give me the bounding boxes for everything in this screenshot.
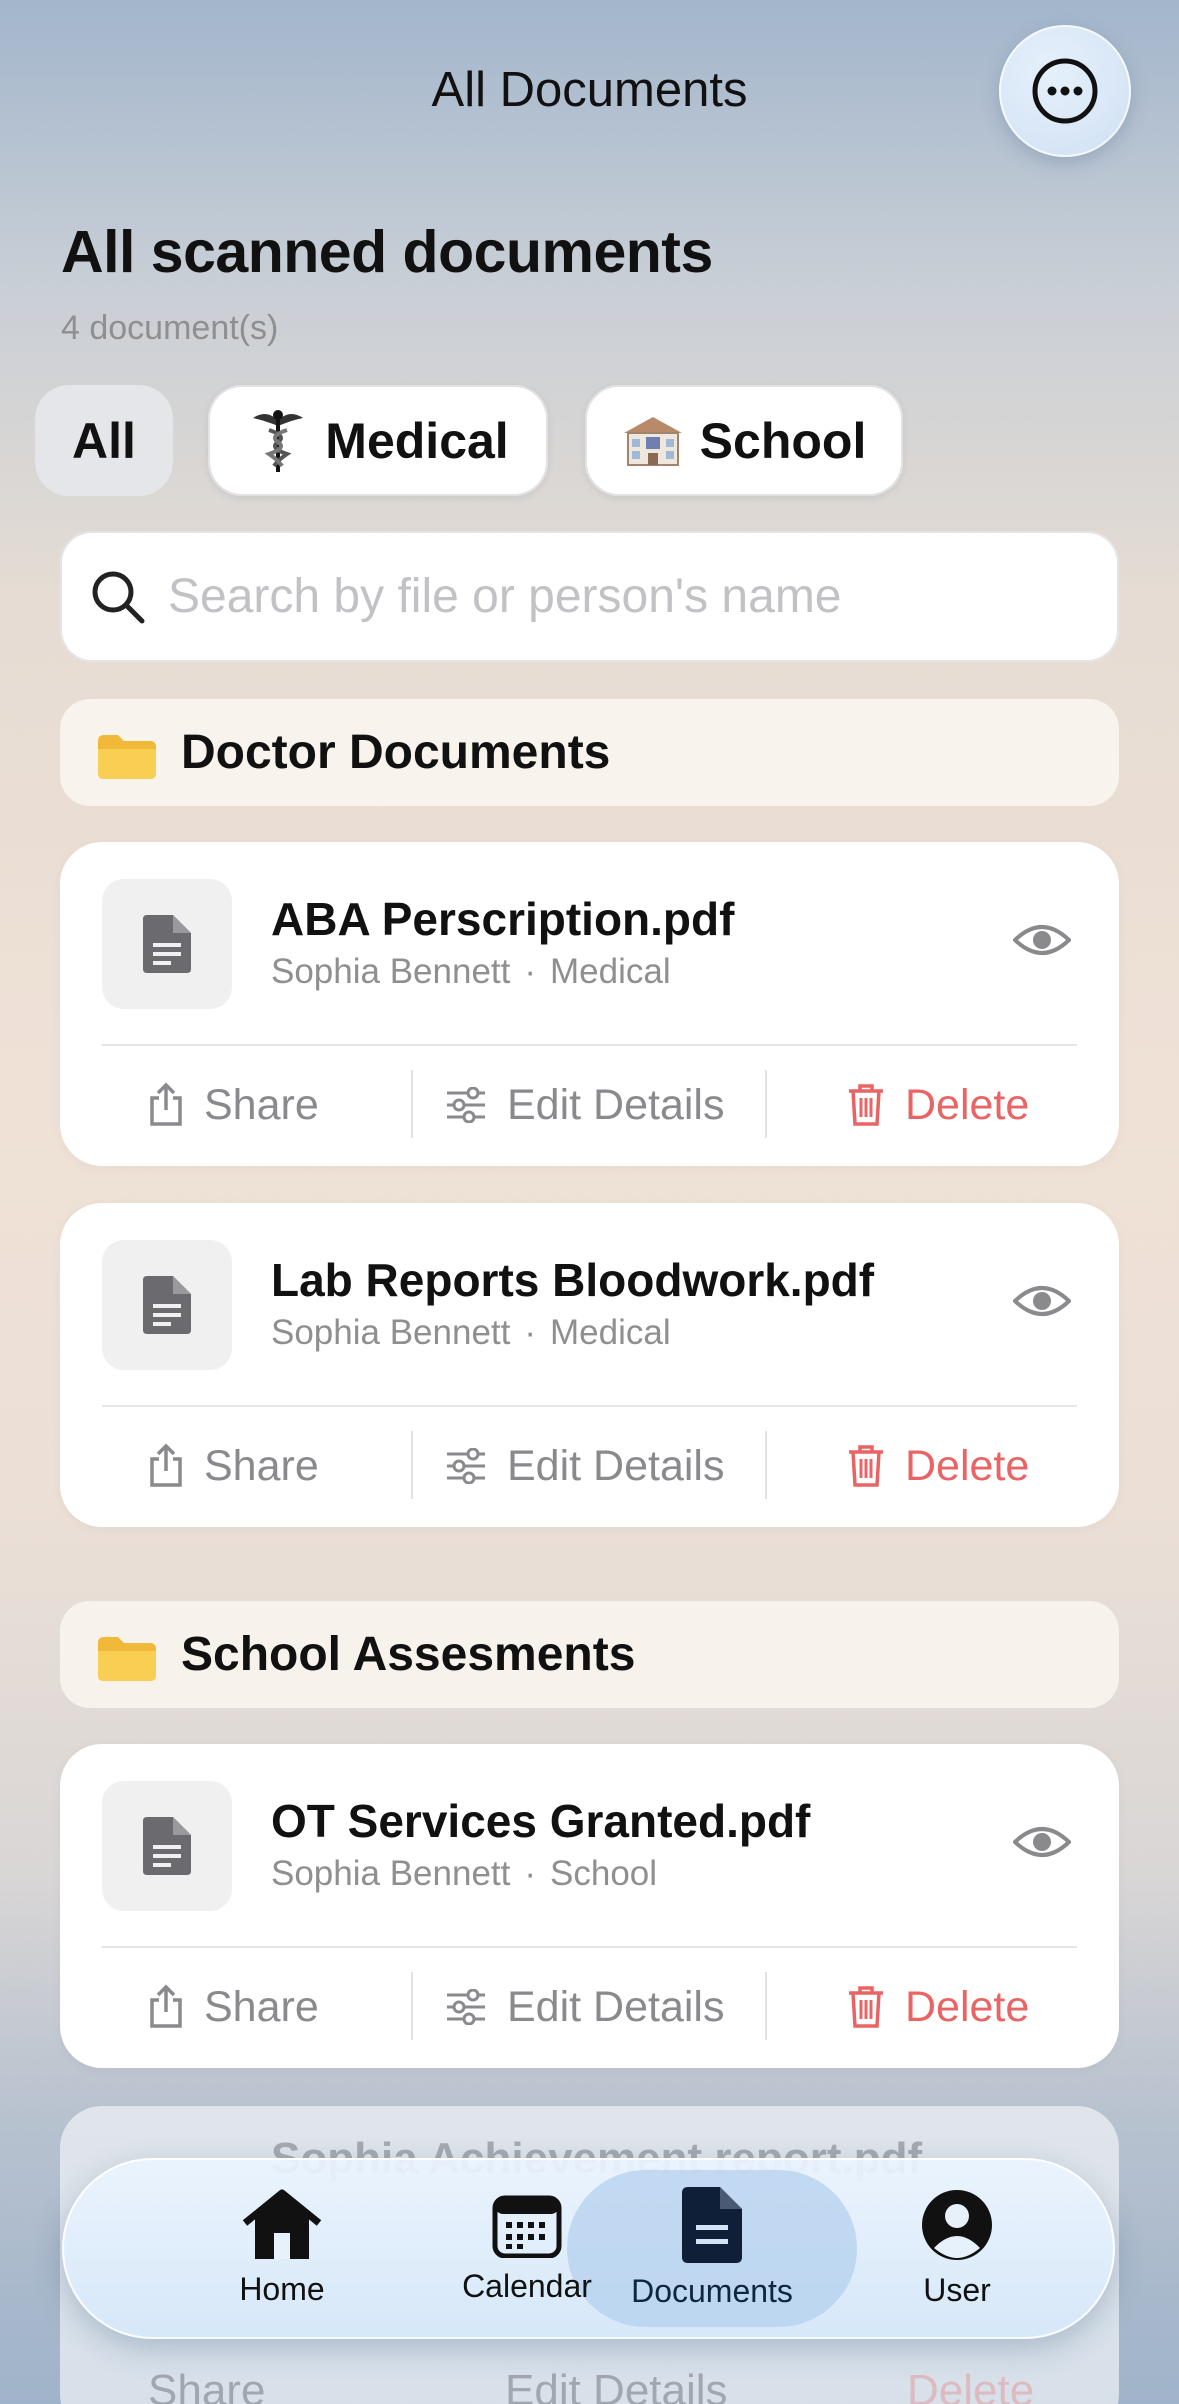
trash-icon bbox=[849, 1445, 883, 1487]
tab-label: User bbox=[923, 2272, 991, 2308]
category-label: Medical bbox=[550, 952, 671, 991]
sliders-icon bbox=[447, 1087, 485, 1123]
delete-button[interactable]: Delete bbox=[847, 1972, 1029, 2042]
share-icon bbox=[150, 1443, 182, 1487]
eye-icon[interactable] bbox=[1013, 920, 1071, 960]
file-thumbnail bbox=[102, 879, 232, 1009]
house-icon bbox=[242, 2189, 322, 2259]
delete-label: Delete bbox=[907, 2366, 1035, 2404]
document-card[interactable]: ABA Perscription.pdf Sophia Bennett · Medi… bbox=[60, 842, 1119, 1166]
filter-chip-school[interactable]: School bbox=[585, 385, 903, 496]
file-name: ABA Perscription.pdf bbox=[271, 893, 735, 945]
filter-chip-label: School bbox=[699, 412, 867, 469]
document-icon bbox=[682, 2187, 742, 2263]
tab-label: Documents bbox=[631, 2273, 793, 2309]
card-divider bbox=[102, 1946, 1077, 1948]
action-separator bbox=[411, 1431, 413, 1499]
action-separator bbox=[411, 1070, 413, 1138]
tab-home[interactable]: Home bbox=[162, 2158, 402, 2339]
card-divider bbox=[102, 1405, 1077, 1407]
edit-details-button[interactable]: Edit Details bbox=[445, 1431, 724, 1501]
file-name: Lab Reports Bloodwork.pdf bbox=[271, 1254, 875, 1306]
edit-details-button[interactable]: Edit Details bbox=[445, 1972, 724, 2042]
edit-details-button[interactable]: Edit Details bbox=[445, 1070, 724, 1140]
share-label: Share bbox=[204, 1441, 319, 1490]
search-icon bbox=[92, 571, 145, 624]
filter-chip-label: All bbox=[72, 412, 136, 469]
file-meta: Sophia Bennett · School bbox=[271, 1854, 657, 1894]
category-label: Medical bbox=[550, 1313, 671, 1352]
person-circle-icon bbox=[922, 2190, 992, 2260]
tab-label: Calendar bbox=[462, 2268, 592, 2304]
meta-separator: · bbox=[524, 952, 537, 991]
delete-label: Delete bbox=[905, 1982, 1030, 2031]
meta-separator: · bbox=[524, 1854, 537, 1893]
delete-button[interactable]: Delete bbox=[847, 1070, 1029, 1140]
action-separator bbox=[765, 1070, 767, 1138]
filter-chip-medical[interactable]: Medical bbox=[208, 385, 548, 496]
tab-label: Home bbox=[239, 2271, 325, 2307]
filter-chip-label: Medical bbox=[325, 412, 509, 469]
eye-icon[interactable] bbox=[1013, 1281, 1071, 1321]
document-count: 4 document(s) bbox=[61, 309, 279, 347]
trash-icon bbox=[849, 1986, 883, 2028]
trash-icon bbox=[849, 1084, 883, 1126]
person-name: Sophia Bennett bbox=[271, 1313, 511, 1352]
document-file-icon bbox=[143, 915, 191, 973]
share-button[interactable]: Share bbox=[148, 1431, 319, 1501]
tab-user[interactable]: User bbox=[837, 2158, 1077, 2339]
tab-documents[interactable]: Documents bbox=[592, 2158, 832, 2339]
search-input[interactable]: Search by file or person's name bbox=[60, 531, 1119, 662]
bottom-tab-bar: Home Calendar Documents User bbox=[62, 2158, 1115, 2339]
file-thumbnail bbox=[102, 1781, 232, 1911]
delete-button[interactable]: Delete bbox=[847, 1431, 1029, 1501]
ellipsis-circle-icon bbox=[1032, 58, 1098, 124]
file-name: OT Services Granted.pdf bbox=[271, 1795, 811, 1847]
share-label: Share bbox=[148, 2366, 266, 2404]
share-button[interactable]: Share bbox=[148, 1972, 319, 2042]
eye-icon[interactable] bbox=[1013, 1822, 1071, 1862]
document-card[interactable]: OT Services Granted.pdf Sophia Bennett · S… bbox=[60, 1744, 1119, 2068]
sliders-icon bbox=[447, 1989, 485, 2025]
folder-icon bbox=[98, 1637, 156, 1681]
filter-chip-all[interactable]: All bbox=[35, 385, 173, 496]
folder-name: Doctor Documents bbox=[181, 726, 611, 779]
document-file-icon bbox=[143, 1817, 191, 1875]
edit-details-label: Edit Details bbox=[507, 1441, 725, 1490]
folder-header[interactable]: Doctor Documents bbox=[60, 699, 1119, 806]
delete-label: Delete bbox=[905, 1080, 1030, 1129]
person-name: Sophia Bennett bbox=[271, 1854, 511, 1893]
share-button[interactable]: Share bbox=[148, 1070, 319, 1140]
school-building-icon bbox=[623, 416, 682, 466]
person-name: Sophia Bennett bbox=[271, 952, 511, 991]
file-thumbnail bbox=[102, 1240, 232, 1370]
caduceus-icon bbox=[253, 409, 304, 472]
document-card[interactable]: Lab Reports Bloodwork.pdf Sophia Bennett… bbox=[60, 1203, 1119, 1527]
category-label: School bbox=[550, 1854, 658, 1893]
section-heading: All scanned documents bbox=[61, 219, 713, 285]
card-divider bbox=[102, 1044, 1077, 1046]
action-separator bbox=[765, 1972, 767, 2040]
edit-details-label: Edit Details bbox=[505, 2366, 728, 2404]
action-separator bbox=[411, 1972, 413, 2040]
share-icon bbox=[150, 1984, 182, 2028]
folder-icon bbox=[98, 735, 156, 779]
document-file-icon bbox=[143, 1276, 191, 1334]
sliders-icon bbox=[447, 1448, 485, 1484]
file-meta: Sophia Bennett · Medical bbox=[271, 952, 671, 992]
delete-label: Delete bbox=[905, 1441, 1030, 1490]
folder-name: School Assesments bbox=[181, 1628, 636, 1681]
edit-details-label: Edit Details bbox=[507, 1982, 725, 2031]
folder-header[interactable]: School Assesments bbox=[60, 1601, 1119, 1708]
more-options-button[interactable] bbox=[999, 25, 1131, 157]
meta-separator: · bbox=[524, 1313, 537, 1352]
share-label: Share bbox=[204, 1982, 319, 2031]
action-separator bbox=[765, 1431, 767, 1499]
share-label: Share bbox=[204, 1080, 319, 1129]
file-meta: Sophia Bennett · Medical bbox=[271, 1313, 671, 1353]
calendar-icon bbox=[492, 2195, 562, 2258]
share-icon bbox=[150, 1082, 182, 1126]
edit-details-label: Edit Details bbox=[507, 1080, 725, 1129]
search-placeholder: Search by file or person's name bbox=[168, 570, 842, 623]
